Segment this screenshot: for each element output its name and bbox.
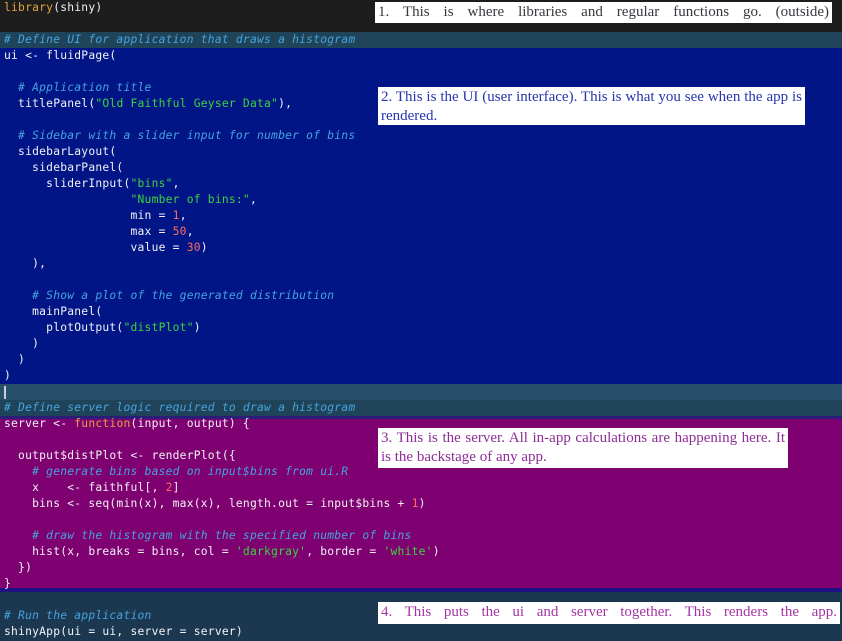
code-line[interactable]: sidebarPanel( [0, 160, 842, 176]
code-line[interactable]: sidebarLayout( [0, 144, 842, 160]
code-token-string: "bins" [131, 177, 173, 190]
code-token-string: "distPlot" [123, 321, 193, 334]
code-token-plain: ) [433, 545, 440, 558]
code-token-number: 50 [173, 225, 187, 238]
text-cursor [4, 386, 6, 399]
code-token-plain: ) [4, 369, 11, 382]
code-line[interactable]: ) [0, 352, 842, 368]
code-token-plain: ) [419, 497, 426, 510]
code-line[interactable] [0, 64, 842, 80]
code-token-number: 1 [173, 209, 180, 222]
code-token-plain: ) [4, 353, 25, 366]
code-token-plain: }) [4, 561, 32, 574]
code-line[interactable]: # draw the histogram with the specified … [0, 528, 842, 544]
code-line[interactable] [0, 512, 842, 528]
code-line[interactable]: max = 50, [0, 224, 842, 240]
code-token-plain: output$distPlot <- renderPlot({ [4, 449, 236, 462]
code-line[interactable]: # Define server logic required to draw a… [0, 400, 842, 416]
code-token-plain: , [173, 177, 180, 190]
code-token-plain: mainPanel( [4, 305, 102, 318]
code-line[interactable] [0, 272, 842, 288]
code-token-comment: # Run the application [4, 609, 152, 622]
code-token-string: "Old Faithful Geyser Data" [95, 97, 278, 110]
code-token-plain: max = [4, 225, 173, 238]
code-token-number: 30 [187, 241, 201, 254]
code-token-comment: # Sidebar with a slider input for number… [4, 129, 355, 142]
code-line[interactable]: # Define UI for application that draws a… [0, 32, 842, 48]
code-token-comment: # generate bins based on input$bins from… [4, 465, 348, 478]
code-token-plain: sliderInput( [4, 177, 131, 190]
code-section-server-comment[interactable]: # Define server logic required to draw a… [0, 384, 842, 416]
code-token-comment: # Application title [4, 81, 152, 94]
code-token-plain: (shiny) [53, 1, 102, 14]
code-line[interactable]: "Number of bins:", [0, 192, 842, 208]
code-token-plain: ), [4, 257, 46, 270]
code-line[interactable]: x <- faithful[, 2] [0, 480, 842, 496]
code-token-plain: plotOutput( [4, 321, 123, 334]
code-token-plain: ), [278, 97, 292, 110]
code-token-plain: ) [4, 337, 39, 350]
annotation-note-4: 4. This puts the ui and server together.… [378, 602, 840, 624]
code-token-string: 'darkgray' [236, 545, 306, 558]
code-line[interactable]: mainPanel( [0, 304, 842, 320]
code-token-comment: # Show a plot of the generated distribut… [4, 289, 334, 302]
code-token-plain: ui <- fluidPage( [4, 49, 116, 62]
annotation-note-3: 3. This is the server. All in-app calcul… [378, 428, 788, 468]
code-line[interactable]: ) [0, 368, 842, 384]
code-token-plain: , [187, 225, 194, 238]
code-line[interactable]: value = 30) [0, 240, 842, 256]
code-token-plain: } [4, 577, 11, 590]
code-token-plain: sidebarPanel( [4, 161, 123, 174]
code-line[interactable]: min = 1, [0, 208, 842, 224]
code-token-plain: ) [194, 321, 201, 334]
code-token-plain: server <- [4, 417, 74, 430]
code-line[interactable]: sliderInput("bins", [0, 176, 842, 192]
code-line[interactable]: ui <- fluidPage( [0, 48, 842, 64]
rstudio-editor-screenshot: library(shiny) # Define UI for applicatio… [0, 0, 842, 641]
code-token-plain [4, 193, 131, 206]
code-token-plain: x <- faithful[, [4, 481, 166, 494]
code-token-comment: # Define server logic required to draw a… [4, 401, 355, 414]
code-token-plain: (input, output) { [131, 417, 250, 430]
code-token-plain: sidebarLayout( [4, 145, 116, 158]
code-token-string: 'white' [384, 545, 433, 558]
code-token-plain: shinyApp(ui = ui, server = server) [4, 625, 243, 638]
annotation-note-1: 1. This is where libraries and regular f… [375, 2, 832, 23]
code-token-plain: titlePanel( [4, 97, 95, 110]
code-token-plain: , border = [306, 545, 383, 558]
code-line[interactable]: bins <- seq(min(x), max(x), length.out =… [0, 496, 842, 512]
code-line[interactable]: # Sidebar with a slider input for number… [0, 128, 842, 144]
code-line[interactable]: shinyApp(ui = ui, server = server) [0, 624, 842, 640]
code-line[interactable]: hist(x, breaks = bins, col = 'darkgray',… [0, 544, 842, 560]
code-token-comment: # Define UI for application that draws a… [4, 33, 355, 46]
code-token-string: "Number of bins:" [131, 193, 250, 206]
code-token-plain: hist(x, breaks = bins, col = [4, 545, 236, 558]
code-token-plain: value = [4, 241, 187, 254]
code-token-keyword: library [4, 1, 53, 14]
code-line[interactable]: # Show a plot of the generated distribut… [0, 288, 842, 304]
code-line[interactable]: plotOutput("distPlot") [0, 320, 842, 336]
code-line[interactable] [0, 384, 842, 400]
code-token-plain: ] [173, 481, 180, 494]
code-token-number: 1 [412, 497, 419, 510]
code-token-plain: ) [201, 241, 208, 254]
code-token-number: 2 [166, 481, 173, 494]
code-token-plain: , [180, 209, 187, 222]
annotation-note-2: 2. This is the UI (user interface). This… [378, 87, 805, 125]
code-token-keyword: function [74, 417, 130, 430]
code-section-ui-comment[interactable]: # Define UI for application that draws a… [0, 32, 842, 48]
code-token-plain: , [250, 193, 257, 206]
code-token-comment: # draw the histogram with the specified … [4, 529, 412, 542]
code-line[interactable]: ), [0, 256, 842, 272]
code-line[interactable]: } [0, 576, 842, 592]
code-line[interactable]: }) [0, 560, 842, 576]
code-line[interactable]: ) [0, 336, 842, 352]
code-token-plain: min = [4, 209, 173, 222]
code-token-plain: bins <- seq(min(x), max(x), length.out =… [4, 497, 412, 510]
